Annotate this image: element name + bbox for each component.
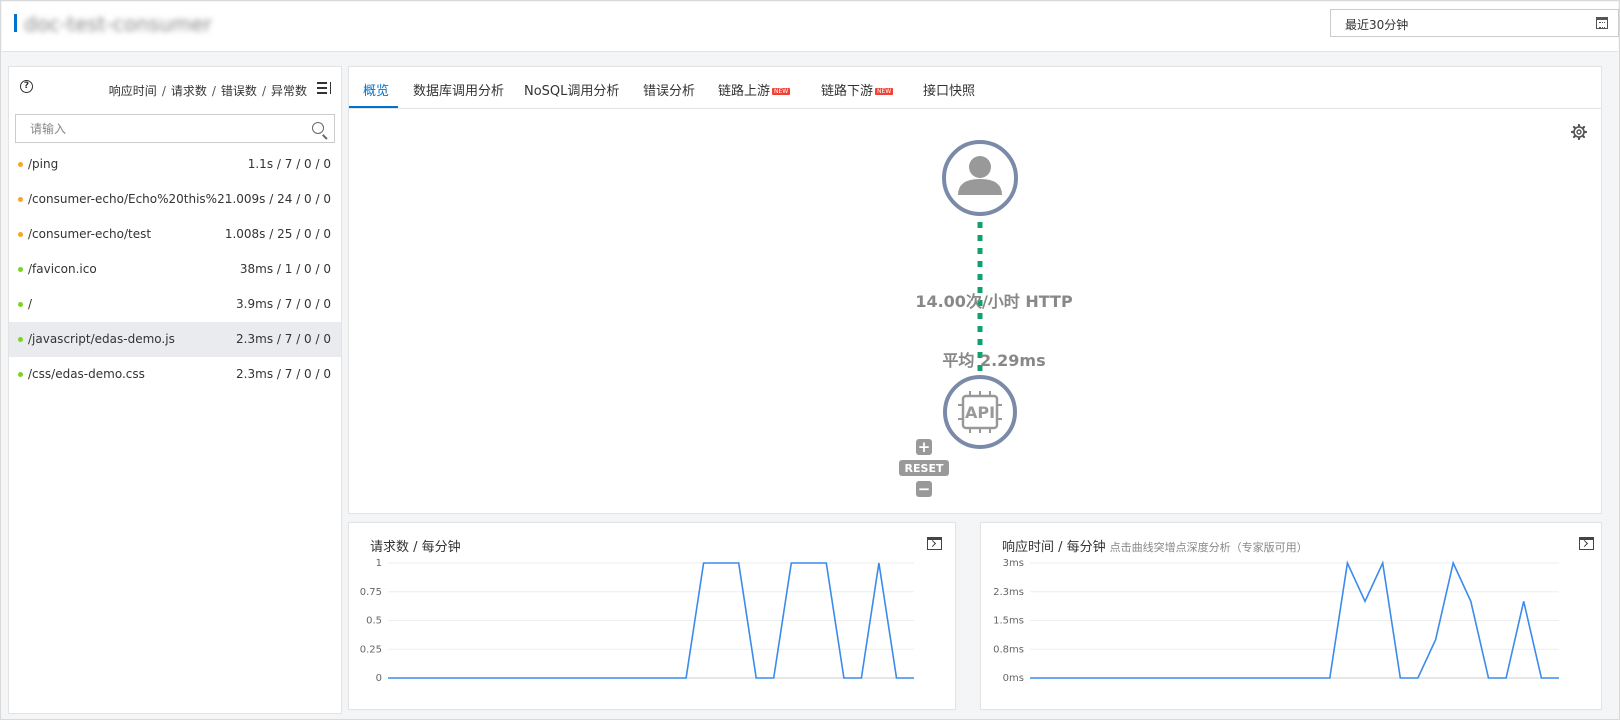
api-node[interactable]: API (943, 375, 1017, 449)
list-item[interactable]: /css/edas-demo.css 2.3ms / 7 / 0 / 0 (9, 357, 341, 392)
list-item[interactable]: /ping 1.1s / 7 / 0 / 0 (9, 147, 341, 182)
y-tick-label: 2.3ms (993, 587, 1024, 598)
help-icon[interactable]: ? (20, 80, 33, 93)
status-dot (18, 197, 23, 202)
top-bar: doc-test-consumer 最近30分钟 (2, 2, 1619, 52)
new-badge: NEW (875, 88, 894, 95)
y-tick-label: 0.25 (360, 644, 382, 655)
metric-requests[interactable]: 请求数 (171, 84, 207, 98)
edge-rate-label: 14.00次/小时 HTTP (915, 292, 1073, 311)
interface-list: /ping 1.1s / 7 / 0 / 0 /consumer-echo/Ec… (9, 147, 341, 392)
response-time-chart-panel: 3ms 2.3ms 1.5ms 0.8ms 0ms 响应时间 / 每分钟 点击曲线突增点深… (980, 522, 1602, 710)
interface-list-panel: ? 响应时间/请求数/错误数/异常数 /ping 1.1s / 7 / 0 / … (8, 66, 342, 714)
metric-response-time[interactable]: 响应时间 (109, 84, 157, 98)
metric-errors[interactable]: 错误数 (221, 84, 257, 98)
interface-path: /css/edas-demo.css (28, 367, 145, 381)
search-box (15, 114, 335, 143)
tab-overview[interactable]: 概览 (363, 80, 389, 99)
status-dot (18, 337, 23, 342)
sort-icon[interactable] (317, 82, 331, 94)
tab-downstream-label: 链路下游 (821, 84, 874, 99)
status-dot (18, 372, 23, 377)
search-icon[interactable] (312, 122, 324, 134)
interface-path: /ping (28, 157, 59, 171)
interface-path: /consumer-echo/test (28, 227, 152, 241)
app-title: doc-test-consumer (24, 12, 212, 36)
interface-stats: 38ms / 1 / 0 / 0 (239, 262, 331, 276)
list-item[interactable]: /favicon.ico 38ms / 1 / 0 / 0 (9, 252, 341, 287)
reset-button[interactable]: RESET (899, 460, 949, 476)
interface-stats: 2.3ms / 7 / 0 / 0 (236, 332, 331, 346)
response-time-chart-title: 响应时间 / 每分钟 点击曲线突增点深度分析（专家版可用） (1002, 540, 1308, 555)
y-tick-label: 1.5ms (993, 616, 1024, 627)
new-badge: NEW (772, 88, 791, 95)
svg-text:−: − (918, 480, 931, 498)
tab-database[interactable]: 数据库调用分析 (413, 80, 504, 99)
time-range-value: 最近30分钟 (1345, 18, 1409, 32)
overview-panel: 概览 数据库调用分析 NoSQL调用分析 错误分析 链路上游 NEW 链路下游 NE… (348, 66, 1602, 514)
y-tick-label: 0.5 (366, 616, 382, 627)
y-tick-label: 1 (376, 558, 382, 569)
api-label: API (965, 403, 995, 422)
list-item[interactable]: /consumer-echo/test 1.008s / 25 / 0 / 0 (9, 217, 341, 252)
interface-stats: 2.3ms / 7 / 0 / 0 (236, 367, 331, 381)
topology-graph: 14.00次/小时 HTTP 平均 2.29ms API + RESET − (899, 140, 1073, 498)
interface-path: /favicon.ico (28, 262, 97, 276)
zoom-out-button[interactable]: − (916, 480, 932, 498)
y-tick-label: 0ms (1003, 673, 1024, 684)
status-dot (18, 162, 23, 167)
list-item[interactable]: / 3.9ms / 7 / 0 / 0 (9, 287, 341, 322)
y-tick-label: 3ms (1003, 558, 1024, 569)
tab-downstream[interactable]: 链路下游 NEW (821, 80, 894, 99)
terminal-icon[interactable] (1579, 537, 1594, 550)
edge-avg-label: 平均 2.29ms (942, 351, 1045, 370)
interface-path: /consumer-echo/Echo%20this%2... (28, 192, 228, 206)
y-tick-label: 0 (376, 673, 382, 684)
interface-stats: 1.1s / 7 / 0 / 0 (247, 157, 331, 171)
y-tick-label: 0.75 (360, 587, 382, 598)
list-item[interactable]: /consumer-echo/Echo%20this%2... 1.009s /… (9, 182, 341, 217)
requests-chart-panel: 1 0.75 0.5 0.25 0 请求数 / 每分钟 (348, 522, 956, 710)
user-node[interactable] (942, 140, 1018, 216)
time-range-picker[interactable]: 最近30分钟 (1330, 9, 1619, 37)
search-input[interactable] (16, 115, 286, 142)
response-time-chart-subtitle: 点击曲线突增点深度分析（专家版可用） (1109, 541, 1308, 554)
requests-chart-title: 请求数 / 每分钟 (370, 540, 461, 555)
zoom-in-button[interactable]: + (916, 438, 932, 456)
metric-exceptions[interactable]: 异常数 (271, 84, 307, 98)
active-tab-indicator (349, 106, 398, 108)
tab-errors[interactable]: 错误分析 (643, 80, 695, 99)
calendar-icon[interactable] (1596, 17, 1608, 29)
interface-stats: 1.009s / 24 / 0 / 0 (224, 192, 331, 206)
status-dot (18, 232, 23, 237)
status-dot (18, 267, 23, 272)
interface-path: /javascript/edas-demo.js (28, 332, 175, 346)
terminal-icon[interactable] (927, 537, 942, 550)
tab-snapshot[interactable]: 接口快照 (923, 80, 975, 99)
tab-upstream-label: 链路上游 (718, 84, 771, 99)
tab-nosql[interactable]: NoSQL调用分析 (524, 80, 619, 99)
title-accent-bar (14, 14, 17, 32)
interface-path: / (28, 297, 33, 311)
interface-stats: 1.008s / 25 / 0 / 0 (224, 227, 331, 241)
tab-bar: 概览 数据库调用分析 NoSQL调用分析 错误分析 链路上游 NEW 链路下游 NE… (349, 67, 1601, 109)
status-dot (18, 302, 23, 307)
tab-upstream[interactable]: 链路上游 NEW (718, 80, 791, 99)
metrics-header: 响应时间 / 请求数 / 错误数 / 异常数 (108, 84, 307, 98)
svg-text:RESET: RESET (905, 462, 944, 475)
list-item-selected[interactable]: /javascript/edas-demo.js 2.3ms / 7 / 0 /… (9, 322, 341, 357)
y-tick-label: 0.8ms (993, 644, 1024, 655)
app-window: doc-test-consumer 最近30分钟 ? 响应时间 / 请求数 / 错误数 /… (0, 0, 1620, 720)
interface-stats: 3.9ms / 7 / 0 / 0 (236, 297, 331, 311)
svg-text:+: + (918, 438, 931, 456)
